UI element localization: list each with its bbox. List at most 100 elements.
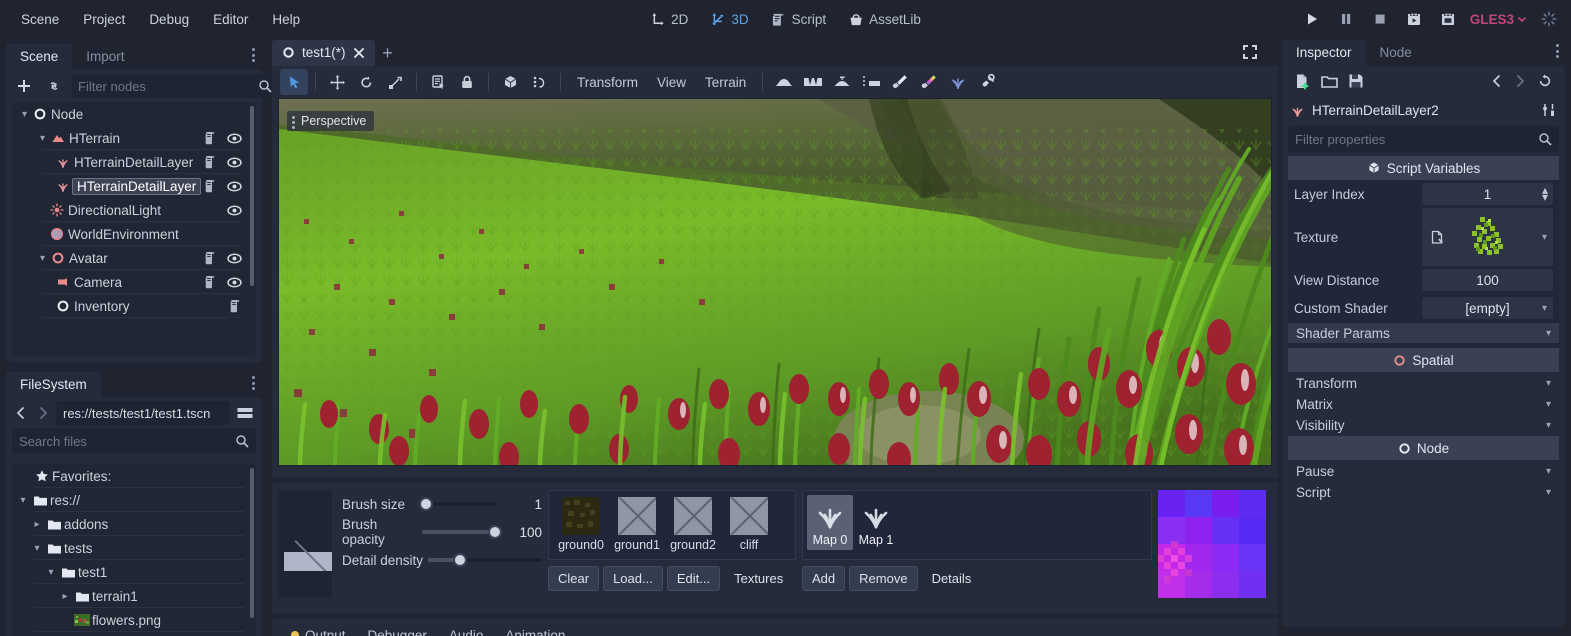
chevron-down-icon[interactable]: ▾ — [1546, 420, 1551, 431]
chevron-right-icon[interactable] — [34, 401, 52, 425]
object-tools-icon[interactable] — [1541, 102, 1557, 118]
texture-item-ground1[interactable]: ground1 — [609, 497, 665, 552]
add-scene-tab-icon[interactable]: + — [375, 40, 401, 66]
menu-terrain[interactable]: Terrain — [696, 71, 755, 94]
chevron-down-icon[interactable]: ▾ — [30, 543, 44, 554]
detail-map-item-0[interactable]: Map 0 — [807, 495, 853, 550]
edit-button[interactable]: Edit... — [667, 566, 720, 591]
fs-item-flowers-png[interactable]: flowers.png — [12, 608, 256, 632]
chevron-down-icon[interactable]: ▾ — [1546, 466, 1551, 477]
new-resource-icon[interactable] — [1290, 69, 1314, 93]
chevron-down-icon[interactable]: ▾ — [44, 567, 58, 578]
tree-node-directionallight[interactable]: DirectionalLight — [12, 198, 256, 222]
tree-node-camera[interactable]: Camera — [12, 270, 256, 294]
open-resource-icon[interactable] — [1317, 69, 1341, 93]
inspector-menu-icon[interactable] — [1556, 44, 1559, 58]
load-button[interactable]: Load... — [603, 566, 663, 591]
brush-size-knob[interactable] — [419, 497, 433, 511]
chevron-right-icon[interactable]: ▸ — [30, 519, 44, 530]
play-button[interactable] — [1300, 7, 1324, 31]
chevron-down-icon[interactable]: ▾ — [1546, 399, 1551, 410]
texture-item-cliff[interactable]: cliff — [721, 497, 777, 552]
rotate-icon[interactable] — [352, 69, 380, 95]
shovel-icon[interactable] — [973, 69, 1001, 95]
filter-nodes-field[interactable] — [78, 79, 254, 94]
list-select-icon[interactable] — [424, 69, 452, 95]
menu-help[interactable]: Help — [261, 7, 311, 32]
viewport-perspective-label[interactable]: Perspective — [287, 111, 374, 131]
split-mode-icon[interactable] — [234, 401, 256, 425]
prop-custom-shader-field[interactable]: [empty] ▾ — [1422, 297, 1553, 319]
visibility-icon[interactable] — [227, 205, 242, 216]
menu-scene[interactable]: Scene — [10, 7, 70, 32]
chevron-down-icon[interactable]: ▾ — [1546, 378, 1551, 389]
remove-map-button[interactable]: Remove — [849, 566, 917, 591]
menu-debug[interactable]: Debug — [138, 7, 200, 32]
filesystem-path-field[interactable]: res://tests/test1/test1.tscn — [56, 401, 230, 425]
prop-texture-field[interactable]: ▾ — [1422, 208, 1553, 266]
chevron-down-icon[interactable]: ▾ — [36, 133, 49, 144]
play-custom-scene-button[interactable] — [1436, 7, 1460, 31]
visibility-icon[interactable] — [227, 277, 242, 288]
snap-cube-icon[interactable] — [496, 69, 524, 95]
detail-map-item-1[interactable]: Map 1 — [853, 495, 899, 550]
texture-edit-icon[interactable] — [1430, 230, 1445, 245]
chevron-right-icon[interactable]: ▸ — [58, 591, 72, 602]
chevron-down-icon[interactable]: ▾ — [1546, 487, 1551, 498]
script-icon[interactable] — [204, 131, 217, 146]
section-visibility[interactable]: Visibility ▾ — [1288, 415, 1559, 435]
script-icon[interactable] — [204, 275, 217, 290]
visibility-icon[interactable] — [227, 133, 242, 144]
brush-opacity-slider[interactable] — [422, 530, 495, 534]
fs-item-favorites[interactable]: Favorites: — [12, 464, 256, 488]
stop-button[interactable] — [1368, 7, 1392, 31]
chevron-left-icon[interactable] — [12, 401, 30, 425]
fs-item-addons[interactable]: ▸ addons — [12, 512, 256, 536]
fs-item-test1[interactable]: ▾ test1 — [12, 560, 256, 584]
chevron-down-icon[interactable]: ▾ — [36, 253, 49, 264]
hole-icon[interactable] — [799, 69, 827, 95]
flatten-icon[interactable] — [828, 69, 856, 95]
brush-icon[interactable] — [886, 69, 914, 95]
textures-button[interactable]: Textures — [724, 566, 793, 591]
scale-icon[interactable] — [381, 69, 409, 95]
script-icon[interactable] — [204, 155, 217, 170]
add-node-icon[interactable] — [12, 74, 36, 98]
tab-inspector[interactable]: Inspector — [1282, 40, 1366, 66]
menu-view[interactable]: View — [648, 71, 695, 94]
play-scene-button[interactable] — [1402, 7, 1426, 31]
save-resource-icon[interactable] — [1344, 69, 1368, 93]
bottom-tab-audio[interactable]: Audio — [440, 624, 493, 636]
fs-item-res-root[interactable]: ▾ res:// — [12, 488, 256, 512]
script-icon[interactable] — [204, 179, 217, 194]
expand-icon[interactable] — [1240, 42, 1262, 64]
move-icon[interactable] — [323, 69, 351, 95]
bump-icon[interactable] — [770, 69, 798, 95]
tree-node-inventory[interactable]: Inventory — [12, 294, 256, 318]
chevron-down-icon[interactable]: ▾ — [18, 109, 31, 120]
detail-map-list[interactable]: Map 0 Map 1 — [802, 490, 1152, 560]
texture-item-ground2[interactable]: ground2 — [665, 497, 721, 552]
tab-import[interactable]: Import — [72, 44, 138, 70]
section-transform[interactable]: Transform ▾ — [1288, 373, 1559, 393]
brush-opacity-knob[interactable] — [488, 525, 502, 539]
texture-list[interactable]: ground0 ground1 ground2 cliff — [548, 490, 796, 560]
texture-item-ground0[interactable]: ground0 — [553, 497, 609, 552]
history-icon[interactable] — [1533, 69, 1557, 93]
density-map-preview[interactable] — [1158, 490, 1266, 598]
tree-node-hterrain[interactable]: ▾ HTerrain — [12, 126, 256, 150]
bottom-tab-output[interactable]: Output — [282, 624, 355, 636]
menu-editor[interactable]: Editor — [202, 7, 259, 32]
search-files-input[interactable] — [19, 434, 231, 449]
spinner-icon[interactable]: ▴▾ — [1542, 187, 1548, 201]
detail-density-knob[interactable] — [453, 553, 467, 567]
tab-3d[interactable]: 3D — [701, 7, 757, 32]
section-matrix[interactable]: Matrix ▾ — [1288, 394, 1559, 414]
grass-icon[interactable] — [944, 69, 972, 95]
tab-filesystem[interactable]: FileSystem — [6, 372, 101, 398]
renderer-selector[interactable]: GLES3 — [1470, 12, 1527, 27]
tab-scene[interactable]: Scene — [6, 44, 72, 70]
bottom-tab-debugger[interactable]: Debugger — [359, 624, 436, 636]
fs-item-raycast-test-gd[interactable]: raycast_test.gd — [12, 632, 256, 636]
fs-item-terrain1[interactable]: ▸ terrain1 — [12, 584, 256, 608]
